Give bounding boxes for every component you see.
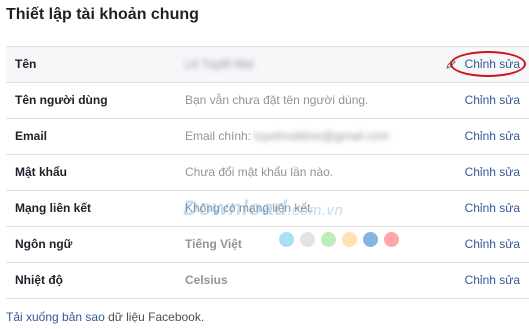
setting-label: Mạng liên kết xyxy=(15,201,92,215)
setting-row-password: Mật khẩu Chưa đổi mật khẩu lần nào. Chỉn… xyxy=(6,155,529,191)
setting-row-email: Email Email chính: tuyetmaitime@gmail.co… xyxy=(6,119,529,155)
setting-label: Tên người dùng xyxy=(15,93,108,107)
watermark-dots xyxy=(279,232,399,247)
setting-row-temperature: Nhiệt độ Celsius Chỉnh sửa xyxy=(6,263,529,299)
setting-label: Ngôn ngữ xyxy=(15,237,73,251)
setting-row-username: Tên người dùng Bạn vẫn chưa đặt tên ngườ… xyxy=(6,83,529,119)
email-prefix: Email chính: xyxy=(185,129,255,143)
setting-value-wrapper: Email chính: tuyetmaitime@gmail.com xyxy=(185,119,389,154)
setting-value: Lê Tuyết Mai xyxy=(185,57,254,71)
setting-value: Không có mạng liên kết. xyxy=(185,201,314,215)
pencil-icon xyxy=(446,59,456,69)
setting-row-language: Ngôn ngữ Tiếng Việt Chỉnh sửa xyxy=(6,227,529,263)
setting-label: Nhiệt độ xyxy=(15,273,63,287)
setting-row-name: Tên Lê Tuyết Mai Chỉnh sửa xyxy=(6,47,529,83)
setting-value: Bạn vẫn chưa đặt tên người dùng. xyxy=(185,93,369,107)
edit-link[interactable]: Chỉnh sửa xyxy=(465,47,520,82)
edit-link[interactable]: Chỉnh sửa xyxy=(465,155,520,190)
download-copy-text: Tải xuống bản sao dữ liệu Facebook. xyxy=(6,310,204,324)
watermark-dot xyxy=(300,232,315,247)
setting-label: Email xyxy=(15,129,48,143)
setting-label: Tên xyxy=(15,57,37,71)
download-copy-suffix: . xyxy=(200,310,205,324)
download-copy-rest: dữ liệu Facebook xyxy=(104,310,201,324)
setting-value: Tiếng Việt xyxy=(185,237,242,251)
page-title: Thiết lập tài khoản chung xyxy=(6,6,199,23)
setting-label: Mật khẩu xyxy=(15,165,68,179)
setting-value: Chưa đổi mật khẩu lần nào. xyxy=(185,165,334,179)
edit-link[interactable]: Chỉnh sửa xyxy=(465,83,520,118)
edit-link[interactable]: Chỉnh sửa xyxy=(465,263,520,298)
watermark-dot xyxy=(384,232,399,247)
watermark-dot xyxy=(363,232,378,247)
watermark-dot xyxy=(342,232,357,247)
edit-link[interactable]: Chỉnh sửa xyxy=(465,191,520,226)
edit-link[interactable]: Chỉnh sửa xyxy=(465,119,520,154)
watermark-dot xyxy=(279,232,294,247)
setting-value: Celsius xyxy=(185,273,228,287)
email-address: tuyetmaitime@gmail.com xyxy=(254,129,390,143)
settings-table: Tên Lê Tuyết Mai Chỉnh sửa Tên người dùn… xyxy=(6,46,529,299)
edit-link[interactable]: Chỉnh sửa xyxy=(465,227,520,262)
watermark-dot xyxy=(321,232,336,247)
setting-row-networks: Mạng liên kết Không có mạng liên kết. Ch… xyxy=(6,191,529,227)
download-copy-link[interactable]: Tải xuống bản sao xyxy=(6,310,105,324)
